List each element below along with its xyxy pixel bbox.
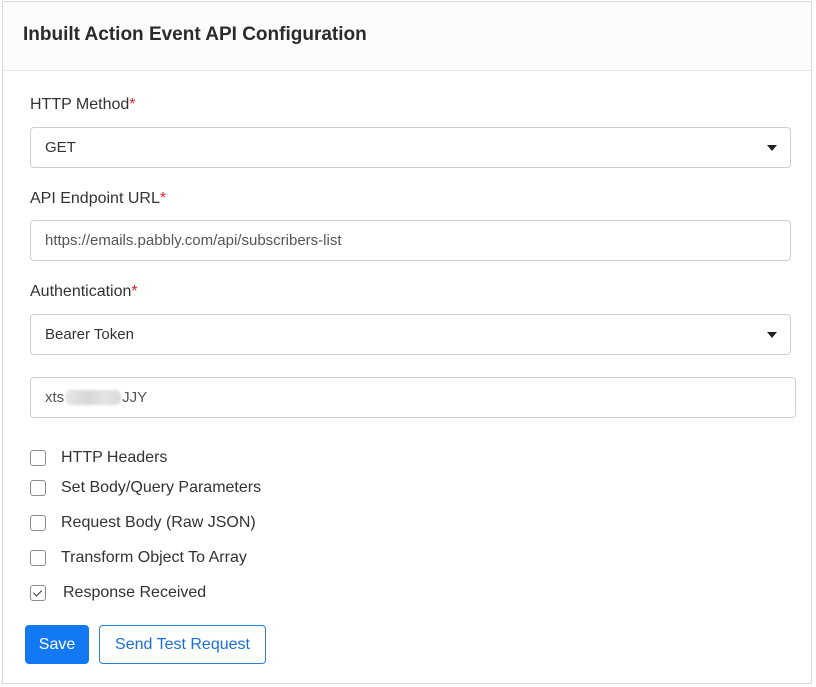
transform-array-option[interactable]: Transform Object To Array [30,549,247,567]
bearer-token-input[interactable]: xts JJY [30,377,796,418]
transform-array-checkbox[interactable] [30,550,46,566]
required-mark: * [159,190,167,207]
page-title: Inbuilt Action Event API Configuration [23,24,367,45]
save-button[interactable]: Save [25,625,89,664]
redacted-blur [65,390,122,405]
endpoint-url-input[interactable]: https://emails.pabbly.com/api/subscriber… [30,220,791,261]
card-header: Inbuilt Action Event API Configuration [3,2,811,71]
raw-json-checkbox[interactable] [30,515,46,531]
authentication-select[interactable]: Bearer Token [30,314,791,355]
send-test-request-button[interactable]: Send Test Request [99,625,266,664]
required-mark: * [129,96,136,113]
http-headers-option[interactable]: HTTP Headers [30,449,167,467]
http-headers-checkbox[interactable] [30,450,46,466]
authentication-label-text: Authentication [30,283,132,300]
http-headers-label: HTTP Headers [61,449,168,466]
body-query-params-option[interactable]: Set Body/Query Parameters [30,479,261,497]
transform-array-label: Transform Object To Array [61,549,247,566]
api-config-card: Inbuilt Action Event API Configuration H… [2,1,812,684]
response-received-option[interactable]: Response Received [30,584,206,602]
caret-down-icon [767,145,777,151]
authentication-value: Bearer Token [45,326,134,343]
endpoint-label-text: API Endpoint URL [30,190,160,207]
body-query-params-label: Set Body/Query Parameters [61,479,262,496]
token-value: xts JJY [45,389,147,406]
http-method-value: GET [45,139,76,156]
raw-json-label: Request Body (Raw JSON) [61,514,256,531]
endpoint-url-value: https://emails.pabbly.com/api/subscriber… [45,232,342,249]
http-method-select[interactable]: GET [30,127,791,168]
raw-json-option[interactable]: Request Body (Raw JSON) [30,514,256,532]
caret-down-icon [767,332,777,338]
endpoint-label: API Endpoint URL* [30,190,166,208]
token-suffix: JJY [122,389,148,406]
authentication-label: Authentication* [30,283,138,301]
body-query-params-checkbox[interactable] [30,480,46,496]
response-received-checkbox[interactable] [30,585,46,601]
response-received-label: Response Received [63,584,207,601]
http-method-label-text: HTTP Method [30,96,130,113]
required-mark: * [131,283,138,300]
token-prefix: xts [45,389,65,406]
http-method-label: HTTP Method* [30,96,136,114]
